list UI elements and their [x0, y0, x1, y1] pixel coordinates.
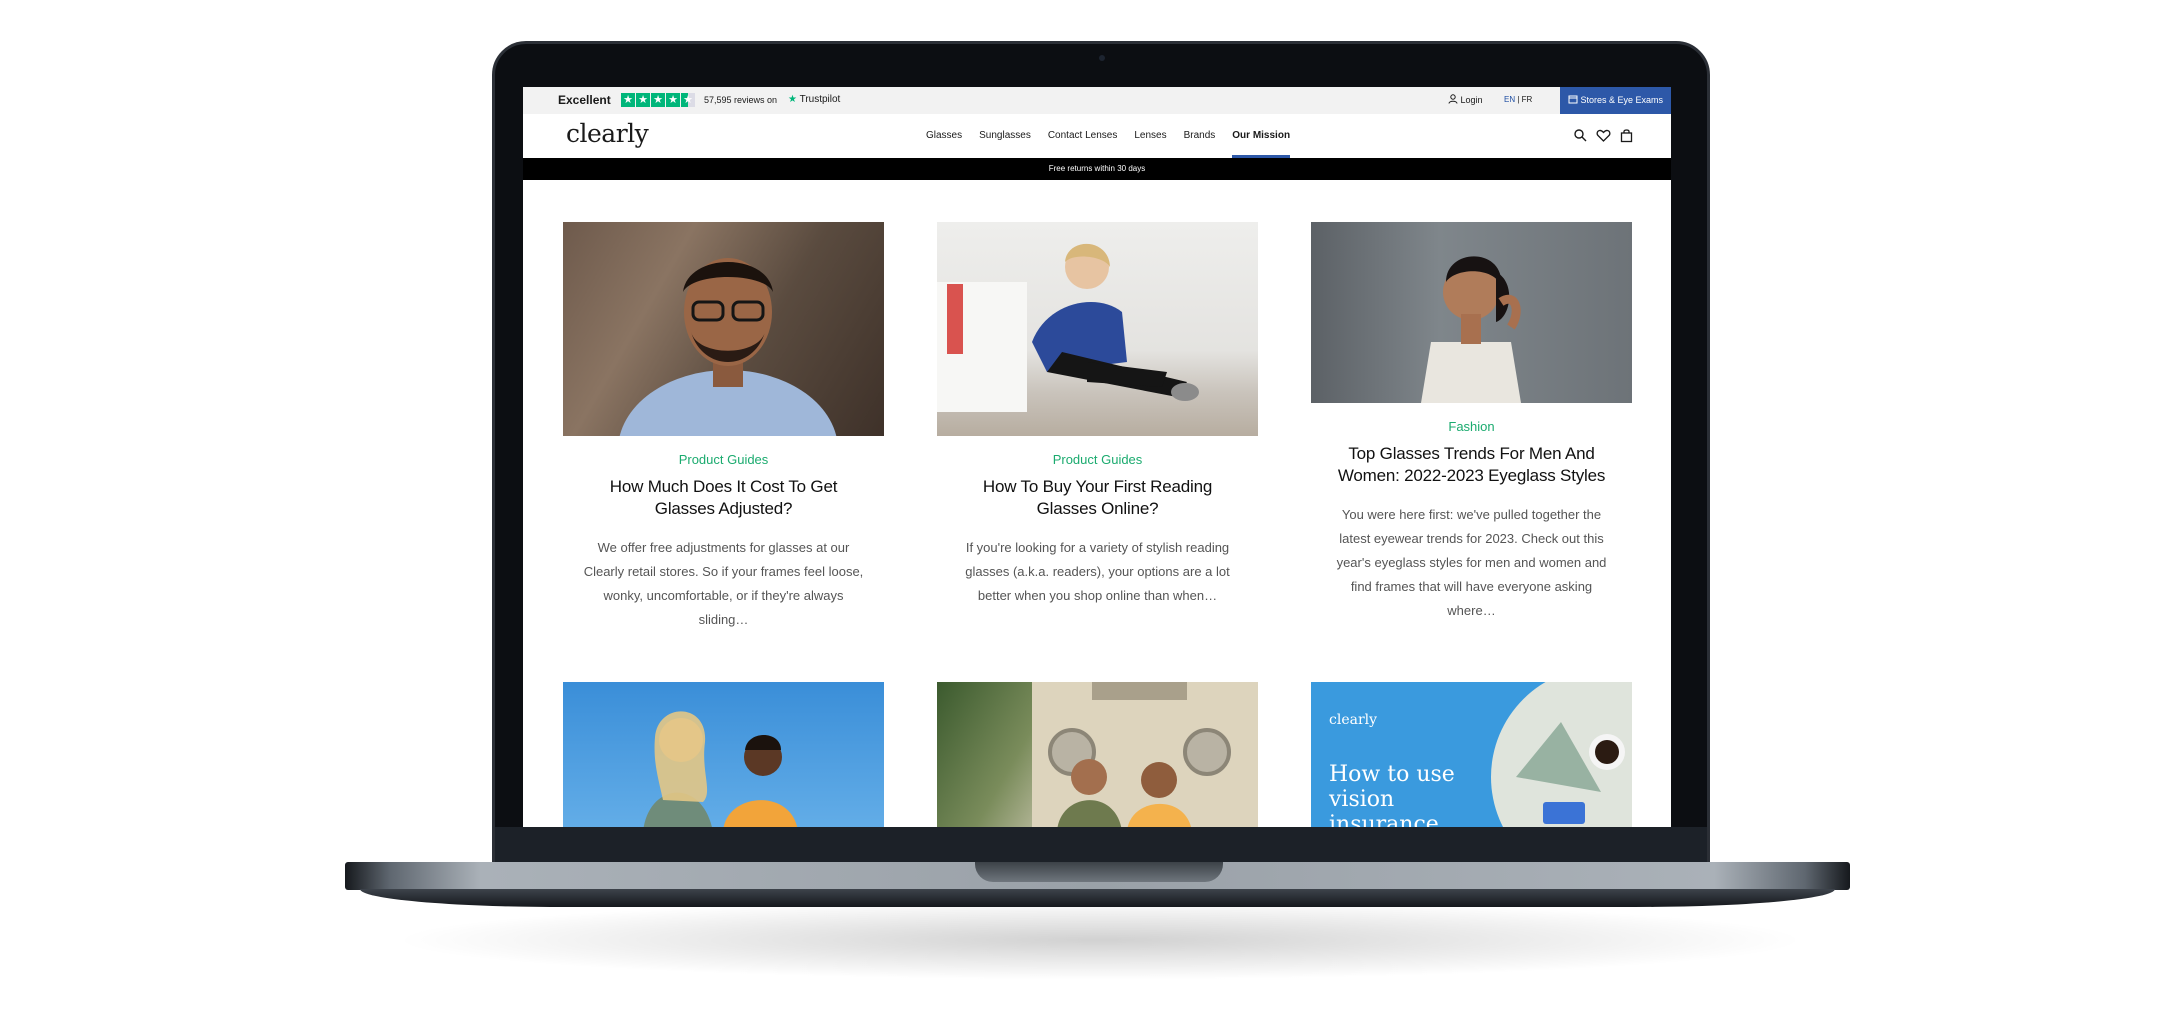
promo-card-logo: clearly [1329, 712, 1378, 728]
laptop-base-lip [360, 889, 1835, 907]
laptop-shadow [390, 900, 1810, 980]
lang-en-link[interactable]: EN [1504, 95, 1515, 104]
article-excerpt: If you're looking for a variety of styli… [965, 540, 1230, 603]
article-image-man-glasses[interactable] [563, 222, 884, 436]
star-icon: ★ [636, 93, 650, 107]
nav-lenses[interactable]: Lenses [1134, 114, 1166, 158]
nav-our-mission[interactable]: Our Mission [1232, 114, 1290, 158]
star-icon: ★ [651, 93, 665, 107]
article-category[interactable]: Product Guides [937, 452, 1258, 467]
nav-brands[interactable]: Brands [1184, 114, 1216, 158]
search-icon[interactable] [1573, 128, 1588, 143]
login-label: Login [1460, 95, 1483, 105]
nav-sunglasses[interactable]: Sunglasses [979, 114, 1031, 158]
trustpilot-rating-label[interactable]: Excellent [558, 93, 611, 107]
lang-separator: | [1517, 95, 1520, 104]
clearly-logo[interactable]: clearly [566, 119, 649, 148]
van-couple-illustration [1032, 682, 1258, 827]
article-image-couple-sky[interactable] [563, 682, 884, 827]
article-excerpt: We offer free adjustments for glasses at… [583, 540, 864, 627]
article-title[interactable]: How To Buy Your First Reading Glasses On… [937, 476, 1258, 520]
laptop-chin [495, 827, 1707, 863]
article-card[interactable]: Product Guides How To Buy Your First Rea… [937, 222, 1258, 608]
promo-banner[interactable]: Free returns within 30 days [523, 158, 1671, 180]
article-card[interactable] [563, 682, 884, 827]
trustpilot-review-count[interactable]: 57,595 reviews on [704, 95, 777, 105]
main-header: clearly Glasses Sunglasses Contact Lense… [523, 114, 1671, 158]
star-icon: ★ [621, 93, 635, 107]
article-image-woman-eyewear-trends[interactable] [1311, 222, 1632, 403]
article-excerpt: You were here first: we've pulled togeth… [1336, 507, 1607, 618]
article-image-couple-van[interactable] [937, 682, 1258, 827]
article-image-woman-reading-glasses[interactable] [937, 222, 1258, 436]
header-actions [1573, 128, 1634, 143]
article-card[interactable]: Fashion Top Glasses Trends For Men And W… [1311, 222, 1632, 623]
browser-screen: Excellent ★ ★ ★ ★ ★ 57,595 reviews on ★ … [523, 87, 1671, 827]
couple-illustration [643, 711, 797, 827]
half-star-icon: ★ [681, 93, 695, 107]
article-card[interactable]: clearly How to use vision insurance [1311, 682, 1632, 827]
laptop-camera [1099, 55, 1105, 61]
article-card[interactable] [937, 682, 1258, 827]
article-category[interactable]: Product Guides [563, 452, 884, 467]
trustpilot-logo[interactable]: ★ Trustpilot [788, 94, 840, 105]
stores-button-label: Stores & Eye Exams [1580, 95, 1664, 105]
article-card[interactable]: Product Guides How Much Does It Cost To … [563, 222, 884, 632]
promo-card-headline: How to use vision insurance [1329, 762, 1455, 827]
shopping-bag-icon[interactable] [1619, 128, 1634, 143]
nav-glasses[interactable]: Glasses [926, 114, 962, 158]
laptop-notch [975, 862, 1223, 882]
lang-fr-link[interactable]: FR [1522, 95, 1533, 104]
trustpilot-star-icon: ★ [788, 94, 797, 105]
stores-eye-exams-button[interactable]: Stores & Eye Exams [1560, 87, 1671, 114]
article-title[interactable]: How Much Does It Cost To Get Glasses Adj… [563, 476, 884, 520]
top-utility-bar: Excellent ★ ★ ★ ★ ★ 57,595 reviews on ★ … [523, 87, 1671, 114]
article-category[interactable]: Fashion [1311, 419, 1632, 434]
star-icon: ★ [666, 93, 680, 107]
woman-sitting-illustration [937, 243, 1199, 412]
language-switcher: EN | FR [1504, 95, 1532, 104]
portrait-illustration [619, 258, 837, 436]
login-link[interactable]: Login [1448, 94, 1483, 105]
heart-icon[interactable] [1596, 128, 1611, 143]
promo-card-vision-insurance[interactable]: clearly How to use vision insurance [1311, 682, 1632, 827]
nav-contact-lenses[interactable]: Contact Lenses [1048, 114, 1118, 158]
main-nav: Glasses Sunglasses Contact Lenses Lenses… [926, 114, 1307, 158]
trustpilot-stars[interactable]: ★ ★ ★ ★ ★ [621, 93, 695, 107]
user-icon [1448, 94, 1458, 104]
woman-fashion-illustration [1421, 256, 1521, 403]
calendar-icon [1568, 95, 1578, 104]
article-title[interactable]: Top Glasses Trends For Men And Women: 20… [1311, 443, 1632, 487]
